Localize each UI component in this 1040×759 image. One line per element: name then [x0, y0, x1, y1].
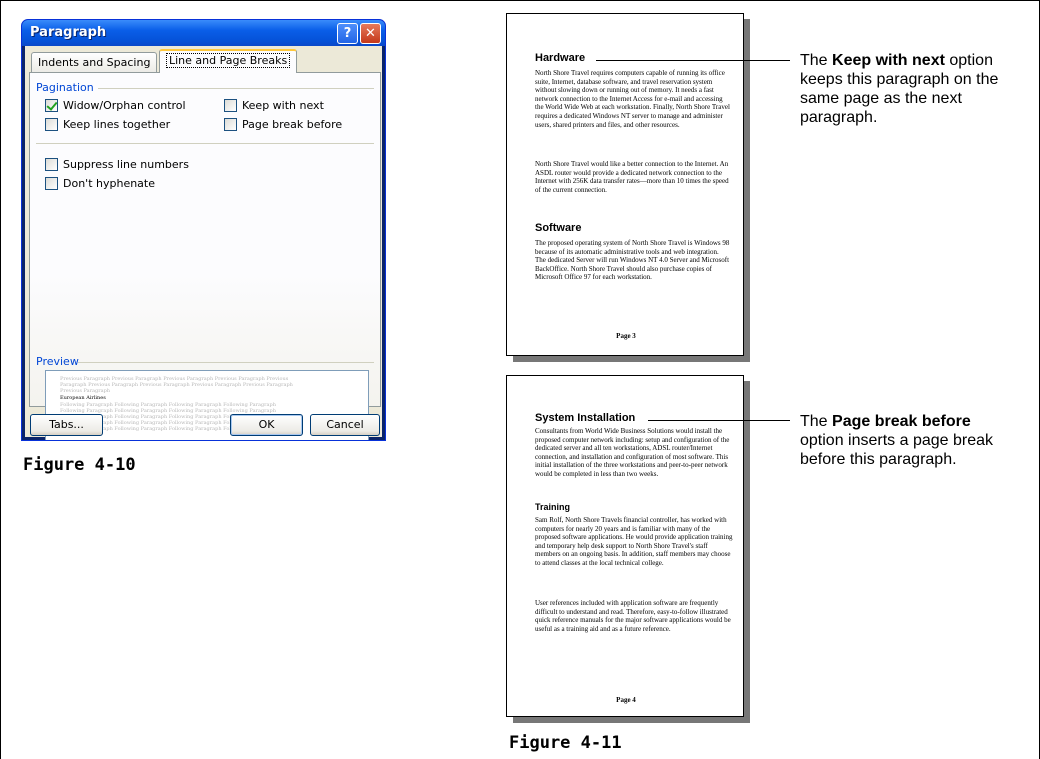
tab-label: Indents and Spacing — [38, 56, 151, 69]
checkbox-label: Keep with next — [242, 99, 324, 112]
divider — [98, 88, 374, 89]
help-button[interactable]: ? — [337, 23, 358, 44]
page3-page-number: Page 3 — [616, 332, 636, 340]
close-button[interactable]: ✕ — [360, 23, 381, 44]
checkbox-box[interactable] — [45, 99, 58, 112]
callout-leader-line — [648, 420, 790, 421]
checkbox-label: Widow/Orphan control — [63, 99, 186, 112]
page-break-before-checkbox[interactable]: Page break before — [224, 118, 342, 131]
dialog-body: Indents and Spacing Line and Page Breaks… — [25, 46, 382, 440]
callout-text: option inserts a page break before this … — [800, 432, 994, 468]
page3-paragraph: North Shore Travel would like a better c… — [535, 160, 729, 194]
keep-with-next-checkbox[interactable]: Keep with next — [224, 99, 324, 112]
callout-keep-with-next: The Keep with next option keeps this par… — [800, 51, 1022, 127]
divider — [36, 143, 374, 144]
widow-orphan-checkbox[interactable]: Widow/Orphan control — [45, 99, 186, 112]
checkbox-box[interactable] — [45, 118, 58, 131]
checkbox-label: Don't hyphenate — [63, 177, 156, 190]
callout-text: The — [800, 52, 833, 69]
page3-heading-software: Software — [535, 222, 582, 234]
tab-line-and-page-breaks[interactable]: Line and Page Breaks — [159, 49, 298, 73]
preview-previous-line: Previous Paragraph — [60, 388, 111, 394]
checkbox-box[interactable] — [224, 99, 237, 112]
page-3-preview: Hardware North Shore Travel requires com… — [506, 13, 744, 356]
checkbox-box[interactable] — [45, 158, 58, 171]
paragraph-dialog: Paragraph ? ✕ Indents and Spacing Line a… — [21, 19, 386, 441]
cancel-button[interactable]: Cancel — [310, 414, 380, 436]
tab-label: Line and Page Breaks — [166, 53, 291, 68]
page3-paragraph: The proposed operating system of North S… — [535, 239, 730, 282]
preview-label: Preview — [36, 355, 79, 368]
page-4-preview: System Installation Consultants from Wor… — [506, 375, 744, 717]
divider — [78, 362, 374, 363]
checkbox-box[interactable] — [224, 118, 237, 131]
tab-panel: Pagination Widow/Orphan control Keep wit… — [29, 72, 381, 440]
page4-paragraph: User references included with applicatio… — [535, 599, 731, 633]
dialog-title: Paragraph — [30, 25, 107, 40]
figure-caption-right: Figure 4-11 — [509, 733, 622, 753]
page3-paragraph: North Shore Travel requires computers ca… — [535, 69, 730, 129]
callout-bold-text: Page break before — [832, 413, 971, 430]
page3-heading-hardware: Hardware — [535, 52, 586, 64]
ok-button[interactable]: OK — [230, 414, 303, 436]
tab-indents-and-spacing[interactable]: Indents and Spacing — [31, 52, 158, 72]
page4-page-number: Page 4 — [616, 696, 636, 704]
dont-hyphenate-checkbox[interactable]: Don't hyphenate — [45, 177, 155, 190]
pagination-label: Pagination — [36, 81, 94, 94]
tabs-button[interactable]: Tabs... — [30, 414, 103, 436]
callout-leader-line — [596, 60, 790, 61]
dialog-titlebar[interactable]: Paragraph ? ✕ — [22, 20, 385, 46]
callout-text: The — [800, 413, 833, 430]
keep-lines-together-checkbox[interactable]: Keep lines together — [45, 118, 170, 131]
checkbox-label: Suppress line numbers — [63, 158, 189, 171]
checkbox-label: Keep lines together — [63, 118, 171, 131]
page4-paragraph: Sam Rolf, North Shore Travels financial … — [535, 516, 733, 567]
figure-caption-left: Figure 4-10 — [23, 455, 136, 475]
checkbox-box[interactable] — [45, 177, 58, 190]
page4-heading-training: Training — [535, 502, 571, 512]
checkbox-label: Page break before — [242, 118, 343, 131]
callout-page-break-before: The Page break before option inserts a p… — [800, 412, 1000, 469]
preview-current-line: European Airlines — [60, 395, 106, 401]
page4-paragraph: Consultants from World Wide Business Sol… — [535, 427, 730, 478]
page4-heading-system-installation: System Installation — [535, 412, 636, 424]
callout-bold-text: Keep with next — [832, 52, 945, 69]
suppress-line-numbers-checkbox[interactable]: Suppress line numbers — [45, 158, 189, 171]
